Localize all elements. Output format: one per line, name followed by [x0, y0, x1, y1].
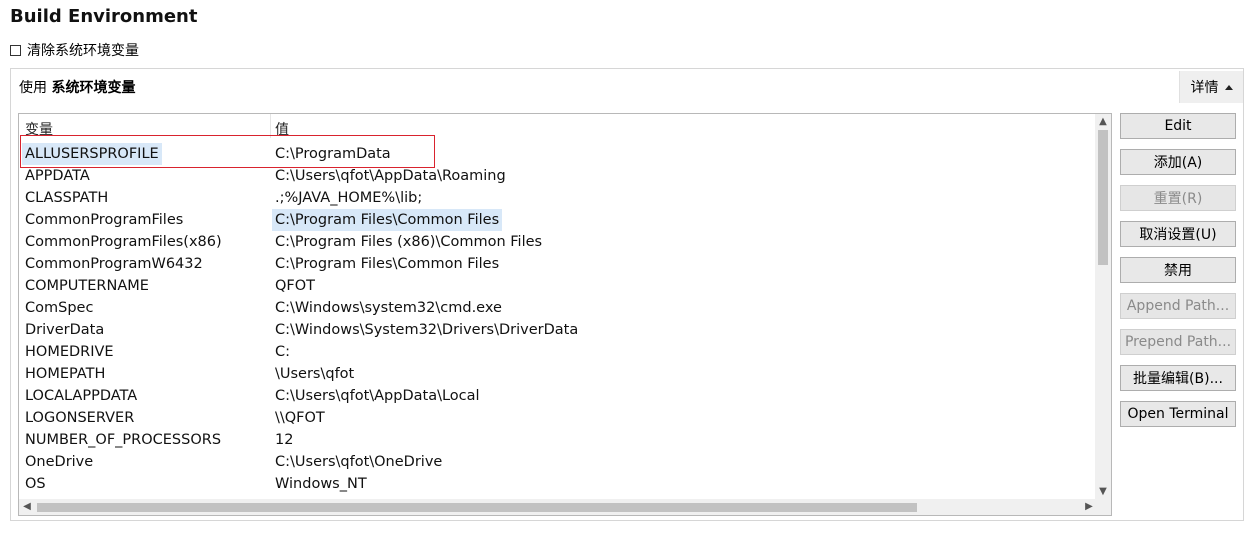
table-row[interactable]: LOGONSERVER \\QFOT	[19, 407, 1097, 429]
action-button-8[interactable]: Open Terminal	[1120, 401, 1236, 427]
column-header-value[interactable]: 值	[275, 119, 289, 139]
scrollbar-corner	[1095, 499, 1111, 515]
action-button-6[interactable]: Prepend Path...	[1120, 329, 1236, 355]
variable-value-cell[interactable]: C:\Program Files\Common Files	[272, 209, 503, 231]
table-row[interactable]: DriverData C:\Windows\System32\Drivers\Dr…	[19, 319, 1097, 341]
table-row[interactable]: OS Windows_NT	[19, 473, 1097, 495]
action-button-2[interactable]: 重置(R)	[1120, 185, 1236, 211]
panel-header: 使用 系统环境变量	[19, 77, 135, 97]
table-body: ALLUSERSPROFILE C:\ProgramData APPDATA C:\U…	[19, 143, 1097, 495]
variable-value-cell[interactable]: C:\Windows\system32\cmd.exe	[272, 297, 505, 319]
variable-name-cell[interactable]: DriverData	[22, 319, 107, 341]
table-row[interactable]: HOMEPATH \Users\qfot	[19, 363, 1097, 385]
table-row[interactable]: ALLUSERSPROFILE C:\ProgramData	[19, 143, 1097, 165]
variable-value-cell[interactable]: C:\Users\qfot\OneDrive	[272, 451, 445, 473]
table-row[interactable]: LOCALAPPDATA C:\Users\qfot\AppData\Local	[19, 385, 1097, 407]
action-button-3[interactable]: 取消设置(U)	[1120, 221, 1236, 247]
variable-value-cell[interactable]: C:\Program Files\Common Files	[272, 253, 502, 275]
variable-name-cell[interactable]: CommonProgramFiles(x86)	[22, 231, 225, 253]
vertical-scrollbar[interactable]: ▲ ▼	[1095, 114, 1111, 500]
table-row[interactable]: NUMBER_OF_PROCESSORS 12	[19, 429, 1097, 451]
table-row[interactable]: CommonProgramFiles C:\Program Files\Commo…	[19, 209, 1097, 231]
clear-system-env-option[interactable]: 清除系统环境变量	[10, 40, 139, 60]
action-button-0[interactable]: Edit	[1120, 113, 1236, 139]
horizontal-scroll-thumb[interactable]	[37, 503, 917, 512]
scroll-down-icon[interactable]: ▼	[1095, 484, 1111, 500]
variable-name-cell[interactable]: NUMBER_OF_PROCESSORS	[22, 429, 224, 451]
table-row[interactable]: COMPUTERNAME QFOT	[19, 275, 1097, 297]
variable-value-cell[interactable]: C:\ProgramData	[272, 143, 394, 165]
table-header: 变量 值	[19, 114, 1097, 138]
variable-value-cell[interactable]: C:\Windows\System32\Drivers\DriverData	[272, 319, 581, 341]
variable-name-cell[interactable]: CommonProgramFiles	[22, 209, 186, 231]
variable-name-cell[interactable]: OS	[22, 473, 49, 495]
variable-name-cell[interactable]: HOMEDRIVE	[22, 341, 117, 363]
env-vars-table[interactable]: 变量 值 ALLUSERSPROFILE C:\ProgramData APPDAT…	[18, 113, 1112, 516]
env-vars-panel: 使用 系统环境变量 详情 变量 值 ALLUSERSPROFILE C:\Prog…	[10, 68, 1244, 521]
column-header-variable[interactable]: 变量	[25, 119, 53, 139]
scroll-up-icon[interactable]: ▲	[1095, 114, 1111, 130]
variable-name-cell[interactable]: ALLUSERSPROFILE	[22, 143, 162, 165]
table-row[interactable]: CLASSPATH .;%JAVA_HOME%\lib;	[19, 187, 1097, 209]
table-row[interactable]: APPDATA C:\Users\qfot\AppData\Roaming	[19, 165, 1097, 187]
table-row[interactable]: CommonProgramW6432 C:\Program Files\Commo…	[19, 253, 1097, 275]
variable-value-cell[interactable]: 12	[272, 429, 296, 451]
variable-value-cell[interactable]: C:	[272, 341, 293, 363]
horizontal-scrollbar[interactable]: ◀ ▶	[19, 499, 1097, 515]
action-button-5[interactable]: Append Path...	[1120, 293, 1236, 319]
table-row[interactable]: OneDrive C:\Users\qfot\OneDrive	[19, 451, 1097, 473]
variable-value-cell[interactable]: QFOT	[272, 275, 318, 297]
variable-name-cell[interactable]: LOCALAPPDATA	[22, 385, 140, 407]
details-label: 详情	[1190, 80, 1219, 96]
table-row[interactable]: ComSpec C:\Windows\system32\cmd.exe	[19, 297, 1097, 319]
variable-name-cell[interactable]: HOMEPATH	[22, 363, 108, 385]
table-row[interactable]: CommonProgramFiles(x86) C:\Program Files …	[19, 231, 1097, 253]
scroll-left-icon[interactable]: ◀	[19, 499, 35, 515]
table-row[interactable]: HOMEDRIVE C:	[19, 341, 1097, 363]
variable-value-cell[interactable]: \\QFOT	[272, 407, 328, 429]
variable-value-cell[interactable]: \Users\qfot	[272, 363, 357, 385]
caret-up-icon	[1224, 84, 1233, 90]
vertical-scroll-thumb[interactable]	[1098, 130, 1108, 265]
variable-name-cell[interactable]: LOGONSERVER	[22, 407, 137, 429]
clear-system-env-label: 清除系统环境变量	[27, 43, 139, 59]
details-toggle-button[interactable]: 详情	[1179, 71, 1243, 103]
panel-header-bold: 系统环境变量	[51, 80, 136, 96]
panel-header-prefix: 使用	[19, 80, 47, 96]
variable-value-cell[interactable]: .;%JAVA_HOME%\lib;	[272, 187, 425, 209]
page-title: Build Environment	[10, 6, 198, 27]
variable-value-cell[interactable]: C:\Users\qfot\AppData\Local	[272, 385, 483, 407]
variable-name-cell[interactable]: OneDrive	[22, 451, 96, 473]
column-divider[interactable]	[270, 114, 271, 138]
variable-value-cell[interactable]: Windows_NT	[272, 473, 370, 495]
variable-name-cell[interactable]: ComSpec	[22, 297, 96, 319]
variable-name-cell[interactable]: COMPUTERNAME	[22, 275, 152, 297]
action-button-4[interactable]: 禁用	[1120, 257, 1236, 283]
variable-value-cell[interactable]: C:\Users\qfot\AppData\Roaming	[272, 165, 509, 187]
action-button-7[interactable]: 批量编辑(B)...	[1120, 365, 1236, 391]
variable-name-cell[interactable]: CLASSPATH	[22, 187, 111, 209]
variable-name-cell[interactable]: CommonProgramW6432	[22, 253, 206, 275]
action-button-1[interactable]: 添加(A)	[1120, 149, 1236, 175]
variable-value-cell[interactable]: C:\Program Files (x86)\Common Files	[272, 231, 545, 253]
variable-name-cell[interactable]: APPDATA	[22, 165, 93, 187]
clear-system-env-checkbox[interactable]	[10, 44, 21, 56]
